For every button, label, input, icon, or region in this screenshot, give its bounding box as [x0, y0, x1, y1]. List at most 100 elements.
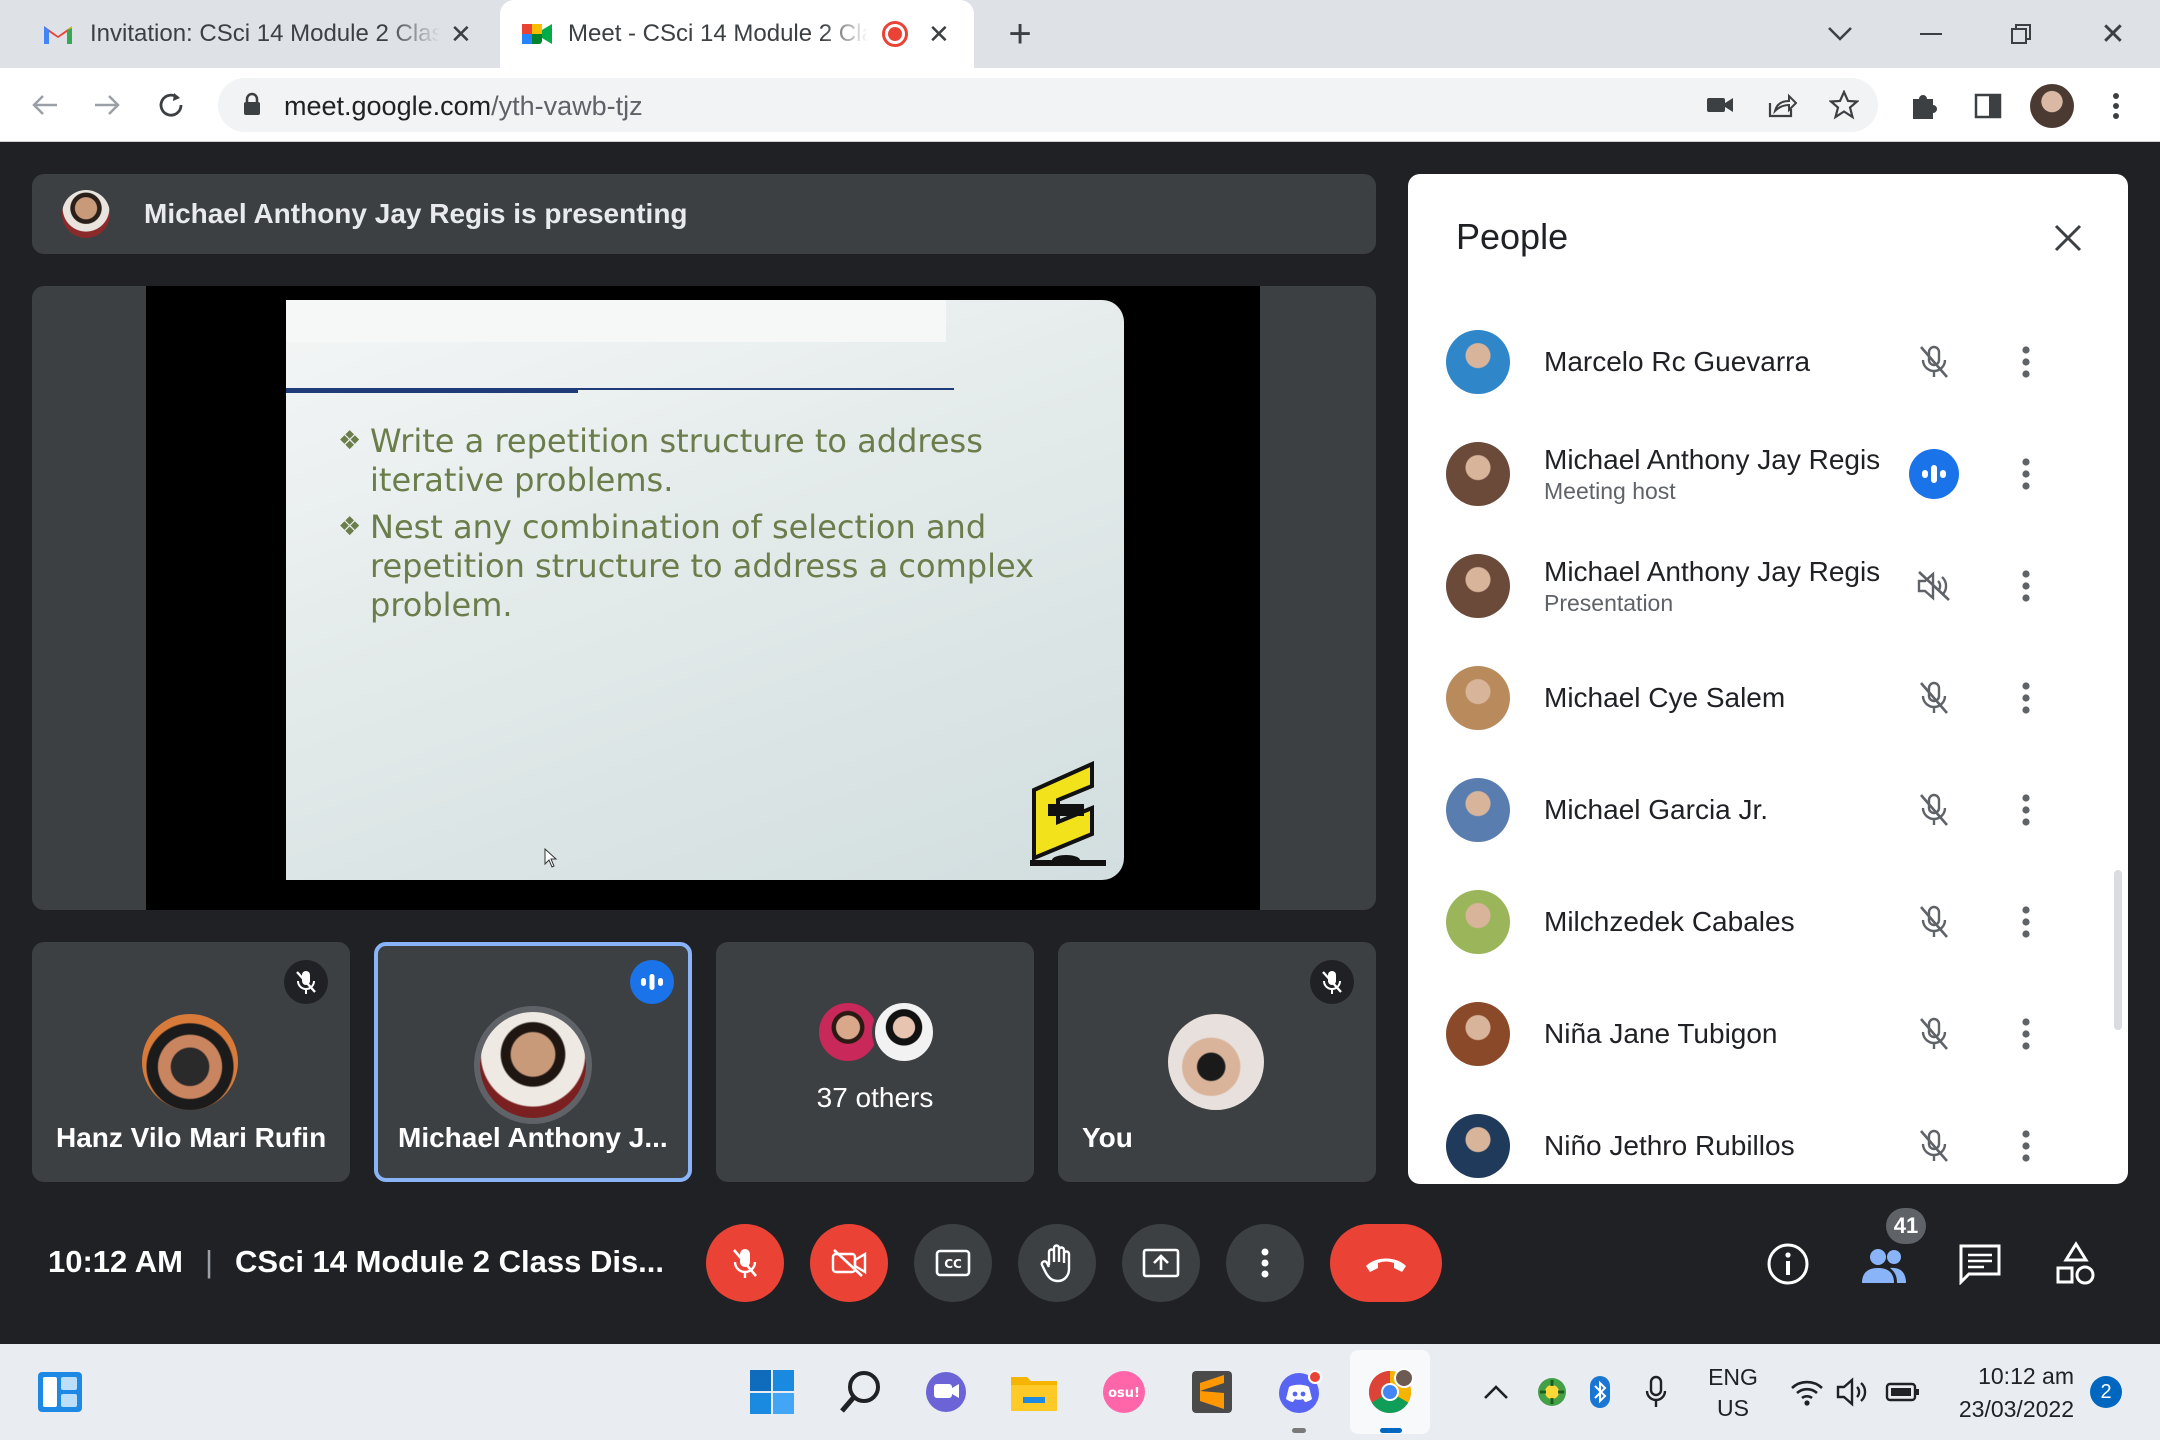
person-name: Marcelo Rc Guevarra [1544, 346, 1811, 377]
people-list-item[interactable]: Michael Garcia Jr. [1408, 754, 2128, 866]
volume-off-icon[interactable] [1906, 558, 1962, 614]
chrome-menu-icon[interactable] [2098, 84, 2134, 128]
teams-chat-icon[interactable] [918, 1364, 974, 1420]
participant-tile-michael[interactable]: Michael Anthony J... [374, 942, 692, 1182]
more-options-icon[interactable] [2002, 894, 2050, 950]
others-avatar-2 [872, 1000, 936, 1064]
people-button[interactable] [1856, 1240, 1912, 1292]
more-options-button[interactable] [1226, 1224, 1304, 1302]
people-list-item[interactable]: Marcelo Rc Guevarra [1408, 306, 2128, 418]
file-explorer-icon[interactable] [1006, 1364, 1062, 1420]
end-call-icon [1362, 1252, 1410, 1274]
new-tab-button[interactable]: + [998, 12, 1042, 56]
presenting-banner: Michael Anthony Jay Regis is presenting [32, 174, 1376, 254]
participant-avatar [142, 1014, 238, 1110]
microphone-icon[interactable] [1634, 1364, 1678, 1420]
person-name: Niña Jane Tubigon [1544, 1018, 1778, 1049]
person-avatar [1446, 778, 1510, 842]
camera-toggle-button[interactable] [810, 1224, 888, 1302]
battery-icon[interactable] [1880, 1364, 1926, 1420]
notification-badge[interactable]: 2 [2090, 1376, 2122, 1408]
discord-icon[interactable] [1272, 1364, 1328, 1420]
people-scrollbar[interactable] [2114, 870, 2122, 1030]
address-bar[interactable]: meet.google.com/yth-vawb-tjz [218, 78, 1878, 132]
others-count: 37 others [816, 1082, 934, 1113]
svg-text:CC: CC [944, 1257, 962, 1271]
leave-call-button[interactable] [1330, 1224, 1442, 1302]
more-options-icon[interactable] [2002, 446, 2050, 502]
meeting-details-button[interactable] [1762, 1238, 1814, 1290]
people-list-item[interactable]: Michael Cye Salem [1408, 642, 2128, 754]
back-button[interactable] [22, 82, 68, 128]
participant-tile-others[interactable]: 37 others [716, 942, 1034, 1182]
participant-name: Hanz Vilo Mari Rufin [56, 1122, 327, 1153]
gmail-icon [42, 22, 74, 46]
input-language[interactable]: ENG US [1700, 1362, 1766, 1424]
more-options-icon[interactable] [2002, 670, 2050, 726]
participant-tile-you[interactable]: You [1058, 942, 1376, 1182]
person-avatar [1446, 554, 1510, 618]
presentation-stage[interactable]: ❖ Write a repetition structure to addres… [32, 286, 1376, 910]
people-list-item[interactable]: Milchzedek Cabales [1408, 866, 2128, 978]
close-icon[interactable]: ✕ [928, 19, 950, 50]
more-options-icon[interactable] [2002, 1006, 2050, 1062]
wifi-icon[interactable] [1786, 1364, 1828, 1420]
tray-app-icon[interactable] [1530, 1364, 1574, 1420]
camera-icon[interactable] [1700, 86, 1740, 124]
side-panel-icon[interactable] [1966, 84, 2010, 128]
people-list-item[interactable]: Michael Anthony Jay Regis Meeting host [1408, 418, 2128, 530]
more-options-icon[interactable] [2002, 558, 2050, 614]
more-options-icon[interactable] [2002, 782, 2050, 838]
taskbar-clock[interactable]: 10:12 am 23/03/2022 [1938, 1360, 2074, 1426]
lock-icon[interactable] [242, 92, 262, 121]
bluetooth-icon[interactable] [1580, 1364, 1620, 1420]
participant-tile-hanz[interactable]: Hanz Vilo Mari Rufin [32, 942, 350, 1182]
browser-toolbar: meet.google.com/yth-vawb-tjz [0, 68, 2160, 142]
people-list[interactable]: Marcelo Rc Guevarra Michael Anthony Jay R… [1408, 302, 2128, 1184]
clock-date: 23/03/2022 [1958, 1396, 2074, 1422]
raise-hand-button[interactable] [1018, 1224, 1096, 1302]
chrome-active-indicator [1380, 1428, 1402, 1433]
window-close-button[interactable]: ✕ [2088, 12, 2138, 56]
forward-button[interactable] [84, 82, 130, 128]
url-text[interactable]: meet.google.com/yth-vawb-tjz [284, 91, 643, 122]
search-icon[interactable] [832, 1364, 888, 1420]
tab-gmail-invitation[interactable]: Invitation: CSci 14 Module 2 Class ✕ [12, 0, 490, 68]
extensions-icon[interactable] [1902, 84, 1946, 128]
cs-logo [1030, 760, 1106, 871]
present-screen-button[interactable] [1122, 1224, 1200, 1302]
chrome-icon[interactable] [1362, 1364, 1418, 1420]
chat-button[interactable] [1954, 1238, 2006, 1290]
volume-icon[interactable] [1832, 1364, 1874, 1420]
more-options-icon[interactable] [2002, 334, 2050, 390]
tab-meet[interactable]: Meet - CSci 14 Module 2 Cla ✕ [500, 0, 974, 68]
closed-captions-icon: CC [935, 1249, 971, 1277]
sublime-text-icon[interactable] [1184, 1364, 1240, 1420]
close-people-button[interactable] [2044, 214, 2092, 262]
minimize-button[interactable] [1906, 12, 1956, 56]
captions-button[interactable]: CC [914, 1224, 992, 1302]
people-list-item[interactable]: Niño Jethro Rubillos [1408, 1090, 2128, 1184]
restore-button[interactable] [1996, 12, 2046, 56]
people-list-item[interactable]: Niña Jane Tubigon [1408, 978, 2128, 1090]
mic-toggle-button[interactable] [706, 1224, 784, 1302]
activities-button[interactable] [2050, 1236, 2102, 1292]
tab-search-chevron-icon[interactable] [1818, 12, 1862, 56]
profile-avatar[interactable] [2030, 84, 2074, 128]
widgets-icon[interactable] [32, 1364, 88, 1420]
speaking-icon [630, 960, 674, 1004]
close-icon[interactable]: ✕ [450, 19, 472, 50]
slide-tab-shape [286, 300, 946, 342]
start-icon[interactable] [744, 1364, 800, 1420]
url-path: /yth-vawb-tjz [491, 91, 643, 121]
share-icon[interactable] [1762, 86, 1802, 124]
more-options-icon[interactable] [2002, 1118, 2050, 1174]
osu-icon[interactable]: osu! [1096, 1364, 1152, 1420]
reload-button[interactable] [148, 82, 194, 128]
chat-icon [1958, 1243, 2002, 1285]
language-code: ENG [1708, 1364, 1758, 1390]
meeting-separator: | [204, 1244, 214, 1279]
people-list-item[interactable]: Michael Anthony Jay Regis Presentation [1408, 530, 2128, 642]
bookmark-star-icon[interactable] [1824, 86, 1864, 124]
chevron-up-icon[interactable] [1476, 1364, 1516, 1420]
